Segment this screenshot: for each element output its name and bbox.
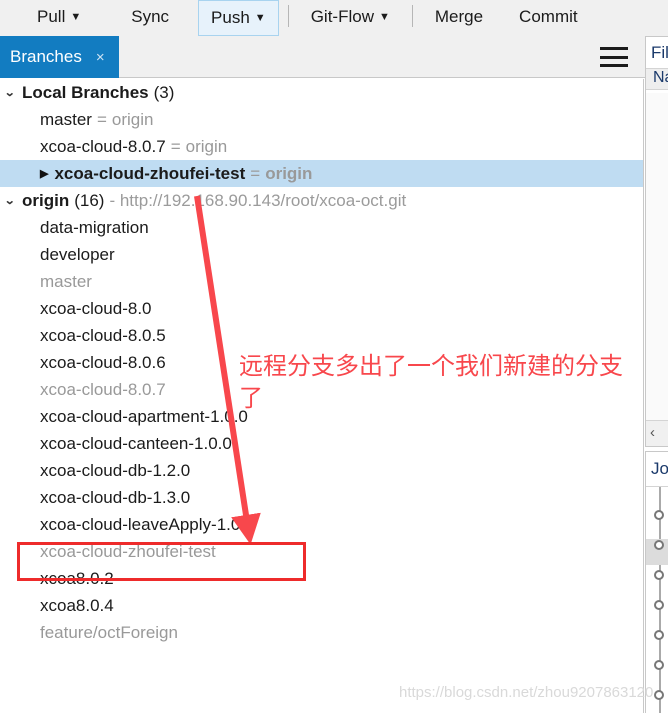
list-item[interactable]: developer [0, 241, 643, 268]
tree-group-count: (16) [74, 190, 105, 210]
list-item[interactable]: master = origin [0, 106, 643, 133]
branch-name: xcoa-cloud-db-1.3.0 [40, 487, 191, 507]
pull-button[interactable]: Pull ▼ [24, 0, 94, 32]
journal-panel-title: Journal [651, 459, 668, 478]
git-client-window: Pull ▼ Sync Push ▼ Git-Flow ▼ Merge Commit … [0, 0, 668, 713]
collapse-left-icon[interactable]: ‹ [646, 421, 668, 441]
branch-name: xcoa-cloud-8.0.6 [40, 352, 166, 372]
files-panel-body[interactable] [646, 93, 668, 420]
list-item[interactable]: xcoa-cloud-8.0.5 [0, 322, 643, 349]
commit-node[interactable] [654, 660, 664, 670]
branch-name: xcoa-cloud-zhoufei-test [54, 163, 246, 183]
branch-tracking-remote: origin [185, 136, 228, 156]
close-icon[interactable]: × [96, 50, 105, 65]
files-panel[interactable]: Files Name ‹ [645, 36, 668, 447]
commit-graph[interactable] [646, 486, 668, 713]
push-button[interactable]: Push ▼ [198, 0, 279, 36]
branch-name: developer [40, 244, 115, 264]
branch-name: xcoa-cloud-canteen-1.0.0 [40, 433, 232, 453]
files-panel-footer: ‹ [646, 420, 668, 446]
toolbar-separator-2 [411, 5, 413, 27]
journal-panel[interactable]: Journal [645, 451, 668, 713]
hamburger-icon[interactable] [600, 47, 628, 67]
list-item[interactable]: xcoa-cloud-8.0.7 = origin [0, 133, 643, 160]
branch-name: xcoa-cloud-leaveApply-1.0.0 [40, 514, 255, 534]
list-item[interactable]: xcoa-cloud-leaveApply-1.0.0 [0, 511, 643, 538]
branches-panel-header: Branches × [0, 36, 646, 78]
branch-name: master [40, 109, 92, 129]
files-column-header-name[interactable]: Name [646, 68, 668, 90]
commit-node[interactable] [654, 540, 664, 550]
tab-branches-label: Branches [10, 47, 82, 66]
branch-name: xcoa-cloud-db-1.2.0 [40, 460, 191, 480]
sync-button[interactable]: Sync [118, 0, 182, 32]
tree-group-label: origin [22, 190, 70, 210]
tree-group-count: (3) [153, 82, 175, 102]
branch-name: xcoa8.0.4 [40, 595, 114, 615]
git-flow-caret-icon: ▼ [378, 11, 390, 23]
annotation-highlight-box [17, 542, 306, 581]
branch-eq-sign: = [96, 109, 107, 129]
branch-tracking-remote: origin [265, 163, 313, 183]
branch-name: master [40, 271, 92, 291]
branch-name: data-migration [40, 217, 149, 237]
push-caret-icon: ▼ [254, 12, 266, 24]
list-item[interactable]: master [0, 268, 643, 295]
branch-eq-sign: = [170, 136, 181, 156]
watermark: https://blog.csdn.net/zhou9207863120 [399, 684, 654, 701]
branch-name: xcoa-cloud-8.0 [40, 298, 152, 318]
sync-button-label: Sync [131, 7, 170, 26]
commit-button[interactable]: Commit [506, 0, 591, 32]
branch-eq-sign: = [250, 163, 261, 183]
toolbar-separator-1 [287, 5, 289, 27]
list-item[interactable]: xcoa-cloud-8.0 [0, 295, 643, 322]
list-item[interactable]: xcoa-cloud-db-1.3.0 [0, 484, 643, 511]
pull-button-label: Pull [37, 7, 66, 26]
files-panel-title: Files [651, 43, 668, 62]
list-item[interactable]: xcoa-cloud-db-1.2.0 [0, 457, 643, 484]
merge-button-label: Merge [434, 7, 484, 26]
list-item[interactable]: data-migration [0, 214, 643, 241]
list-item-selected[interactable]: ▶ xcoa-cloud-zhoufei-test = origin [0, 160, 643, 187]
branch-name: xcoa-cloud-8.0.7 [40, 379, 166, 399]
main-toolbar: Pull ▼ Sync Push ▼ Git-Flow ▼ Merge Commit [0, 0, 668, 36]
branch-name: xcoa-cloud-apartment-1.0.0 [40, 406, 248, 426]
tree-group-local-branches[interactable]: ⌄ Local Branches (3) [0, 79, 643, 106]
push-button-label: Push [211, 8, 250, 27]
branch-name: xcoa-cloud-8.0.7 [40, 136, 166, 156]
list-item[interactable]: xcoa-cloud-canteen-1.0.0 [0, 430, 643, 457]
chevron-down-icon[interactable]: ⌄ [4, 86, 24, 99]
commit-node[interactable] [654, 570, 664, 580]
tab-branches[interactable]: Branches × [0, 36, 119, 78]
commit-button-label: Commit [519, 7, 578, 26]
commit-node[interactable] [654, 510, 664, 520]
git-flow-button-label: Git-Flow [310, 7, 374, 26]
branch-name: xcoa-cloud-8.0.5 [40, 325, 166, 345]
remote-url: - http://192.168.90.143/root/xcoa-oct.gi… [109, 190, 407, 210]
chevron-down-icon[interactable]: ⌄ [4, 194, 24, 207]
branch-tracking-remote: origin [111, 109, 154, 129]
tree-group-origin[interactable]: ⌄ origin (16) - http://192.168.90.143/ro… [0, 187, 643, 214]
commit-node[interactable] [654, 600, 664, 610]
current-branch-icon: ▶ [40, 168, 49, 180]
pull-caret-icon: ▼ [70, 11, 82, 23]
tree-group-label: Local Branches [22, 82, 149, 102]
commit-node[interactable] [654, 630, 664, 640]
list-item[interactable]: xcoa8.0.4 [0, 592, 643, 619]
commit-node[interactable] [654, 690, 664, 700]
branch-name: feature/octForeign [40, 622, 178, 642]
merge-button[interactable]: Merge [422, 0, 496, 32]
git-flow-button[interactable]: Git-Flow ▼ [298, 0, 403, 32]
list-item[interactable]: feature/octForeign [0, 619, 643, 646]
annotation-note: 远程分支多出了一个我们新建的分支了 [239, 352, 623, 412]
